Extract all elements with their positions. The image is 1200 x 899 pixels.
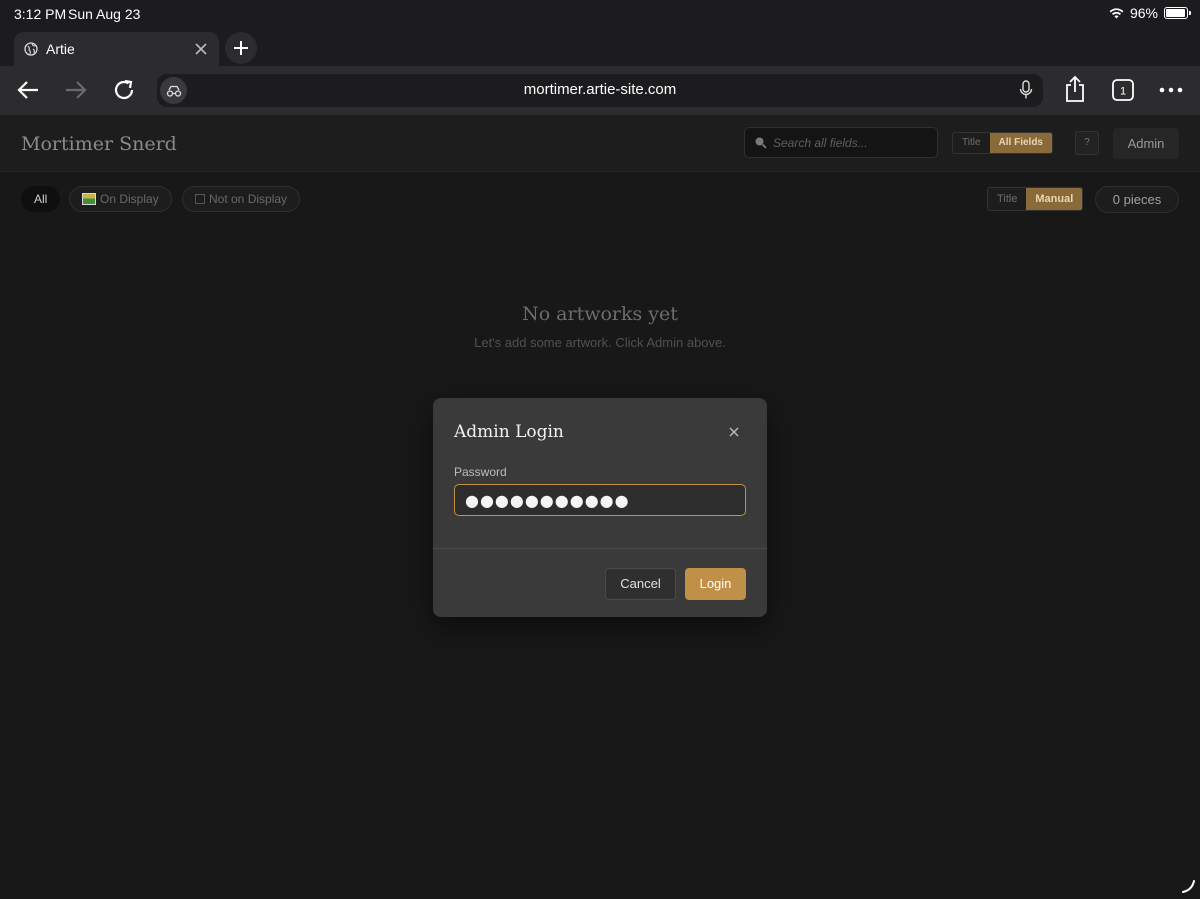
share-icon (1066, 75, 1084, 102)
empty-state-title: No artworks yet (522, 303, 678, 325)
status-indicators: 96% (1109, 5, 1191, 21)
tabs-icon: 1 (1112, 79, 1134, 101)
empty-state-subtitle: Let's add some artwork. Click Admin abov… (474, 335, 726, 350)
battery-percent: 96% (1129, 5, 1158, 21)
search-scope-toggle: Title All Fields (952, 132, 1053, 154)
cancel-button[interactable]: Cancel (605, 568, 676, 600)
scope-title-option[interactable]: Title (953, 133, 990, 153)
more-button[interactable] (1158, 77, 1184, 103)
filter-not-on-display[interactable]: Not on Display (182, 186, 301, 212)
sort-toggle: Title Manual (987, 187, 1084, 211)
status-bar: 3:12 PM Sun Aug 23 96% (0, 0, 1200, 28)
filter-on-display[interactable]: On Display (69, 186, 172, 212)
password-label: Password (454, 465, 507, 479)
pieces-count: 0 pieces (1095, 186, 1179, 213)
login-button[interactable]: Login (685, 568, 746, 600)
search-input[interactable] (773, 128, 933, 157)
filter-all-label: All (34, 192, 48, 206)
forward-button[interactable] (63, 77, 89, 103)
reload-button[interactable] (111, 77, 137, 103)
dialog-divider (433, 548, 767, 549)
tab-title: Artie (46, 41, 75, 57)
dialog-close-button[interactable] (726, 424, 742, 440)
battery-icon (1164, 7, 1191, 19)
tab-strip: Artie (0, 28, 1200, 66)
filter-all[interactable]: All (21, 186, 61, 212)
microphone-icon[interactable] (1019, 80, 1033, 100)
sort-title-option[interactable]: Title (988, 188, 1027, 210)
reload-icon (114, 79, 134, 100)
plus-icon (234, 41, 248, 55)
new-tab-button[interactable] (225, 32, 257, 64)
url-text: mortimer.artie-site.com (523, 81, 677, 98)
more-icon (1159, 87, 1183, 93)
address-bar[interactable]: mortimer.artie-site.com (157, 74, 1043, 107)
sort-manual-option[interactable]: Manual (1026, 188, 1083, 210)
tabs-overview-button[interactable]: 1 (1110, 77, 1136, 103)
app-header: Mortimer Snerd Title All Fields ? Admin (0, 115, 1200, 172)
close-icon (729, 427, 739, 437)
search-icon (755, 137, 767, 149)
admin-button[interactable]: Admin (1113, 128, 1179, 159)
browser-toolbar: mortimer.artie-site.com 1 (0, 66, 1200, 115)
filter-bar: All On Display Not on Display Title Manu… (0, 172, 1200, 227)
search-box (744, 127, 938, 158)
status-date: Sun Aug 23 (68, 6, 141, 22)
empty-frame-icon (195, 194, 205, 204)
password-field[interactable] (454, 484, 746, 516)
wifi-icon (1109, 8, 1124, 19)
scope-all-fields-option[interactable]: All Fields (989, 133, 1052, 153)
back-icon (17, 81, 38, 99)
battery-fill (1166, 9, 1186, 17)
filter-not-on-display-label: Not on Display (209, 192, 288, 206)
dialog-title: Admin Login (454, 422, 564, 442)
browser-tab[interactable]: Artie (14, 32, 219, 66)
back-button[interactable] (15, 77, 41, 103)
status-time: 3:12 PM (14, 6, 67, 22)
close-tab-icon[interactable] (191, 39, 211, 59)
help-button[interactable]: ? (1075, 131, 1099, 155)
resize-handle-icon (1182, 880, 1195, 893)
globe-icon (24, 42, 38, 56)
picture-icon (82, 193, 96, 205)
site-title[interactable]: Mortimer Snerd (21, 133, 177, 155)
tab-count: 1 (1120, 86, 1126, 98)
forward-icon (66, 81, 87, 99)
filter-on-display-label: On Display (100, 192, 159, 206)
share-button[interactable] (1062, 75, 1088, 102)
